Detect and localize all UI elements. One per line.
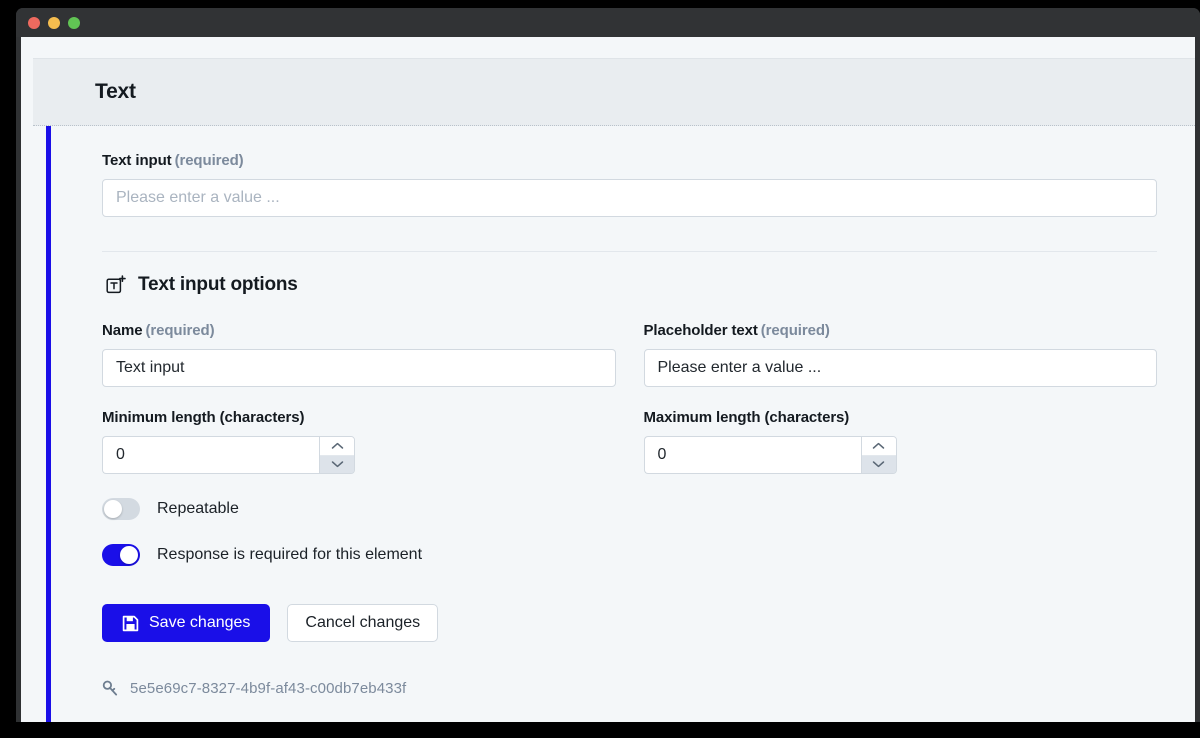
max-length-decrement-button[interactable]	[861, 455, 896, 473]
name-required-tag: (required)	[145, 322, 215, 339]
max-length-stepper	[643, 436, 897, 474]
element-editor-card: Text Text input (required) Please enter …	[33, 58, 1195, 722]
min-length-decrement-button[interactable]	[320, 455, 354, 473]
preview-required-tag: (required)	[174, 152, 244, 169]
repeatable-toggle-row: Repeatable	[102, 498, 1157, 520]
browser-viewport: Text Text input (required) Please enter …	[21, 37, 1195, 722]
preview-label-text: Text input	[102, 152, 172, 169]
close-window-button[interactable]	[28, 16, 40, 29]
save-changes-label: Save changes	[149, 614, 251, 631]
page-canvas: Text Text input (required) Please enter …	[21, 37, 1195, 722]
name-field-label: Name (required)	[102, 322, 616, 339]
card-header: Text	[33, 58, 1195, 126]
name-label-text: Name	[102, 322, 143, 339]
response-required-toggle-label: Response is required for this element	[157, 546, 423, 563]
minimize-window-button[interactable]	[48, 16, 60, 29]
app-window: Text Text input (required) Please enter …	[16, 8, 1200, 722]
text-input-add-icon	[106, 275, 126, 294]
max-length-input[interactable]	[643, 436, 861, 474]
selected-accent-bar	[46, 126, 51, 722]
placeholder-text-input[interactable]	[643, 349, 1157, 387]
toggle-knob	[120, 546, 138, 564]
min-length-stepper	[102, 436, 355, 474]
chevron-down-icon	[331, 461, 343, 468]
zoom-window-button[interactable]	[68, 16, 80, 29]
window-titlebar	[16, 8, 1200, 37]
placeholder-required-tag: (required)	[760, 322, 830, 339]
save-floppy-icon	[122, 615, 139, 631]
options-section-heading: Text input options	[106, 274, 1157, 296]
options-row-names: Name(required) Placeholder text(required…	[102, 322, 1157, 387]
min-length-increment-button[interactable]	[320, 437, 354, 456]
repeatable-toggle-label: Repeatable	[157, 500, 239, 517]
key-icon	[102, 680, 118, 696]
min-length-input[interactable]	[102, 436, 319, 474]
text-input-preview-label: Text input (required)	[102, 152, 1157, 169]
placeholder-label-text: Placeholder text	[643, 322, 758, 339]
element-identifier-value: 5e5e69c7-8327-4b9f-af43-c00db7eb433f	[130, 680, 407, 697]
repeatable-toggle[interactable]	[102, 498, 140, 520]
page-title: Text	[95, 80, 136, 103]
chevron-up-icon	[331, 442, 343, 449]
response-required-toggle-row: Response is required for this element	[102, 544, 1157, 566]
chevron-up-icon	[872, 442, 885, 449]
cancel-changes-button[interactable]: Cancel changes	[287, 604, 439, 642]
max-length-label: Maximum length (characters)	[643, 409, 850, 426]
cancel-changes-label: Cancel changes	[305, 614, 421, 631]
toggle-knob	[104, 500, 122, 518]
placeholder-field-label: Placeholder text (required)	[644, 322, 1158, 339]
save-changes-button[interactable]: Save changes	[102, 604, 271, 642]
section-divider	[102, 251, 1157, 252]
response-required-toggle[interactable]	[102, 544, 140, 566]
name-input[interactable]	[102, 349, 616, 387]
card-body: Text input (required) Please enter a val…	[33, 126, 1195, 722]
options-heading-text: Text input options	[138, 274, 298, 295]
max-length-increment-button[interactable]	[861, 437, 896, 456]
text-input-preview-field[interactable]	[102, 179, 1157, 217]
min-length-label: Minimum length (characters)	[102, 409, 305, 426]
options-row-lengths: Minimum length (characters) 0 Maximum le…	[102, 409, 1157, 474]
chevron-down-icon	[872, 461, 885, 468]
element-identifier-row: 5e5e69c7-8327-4b9f-af43-c00db7eb433f	[102, 680, 1157, 697]
form-actions: Save changes Cancel changes	[102, 604, 1157, 642]
